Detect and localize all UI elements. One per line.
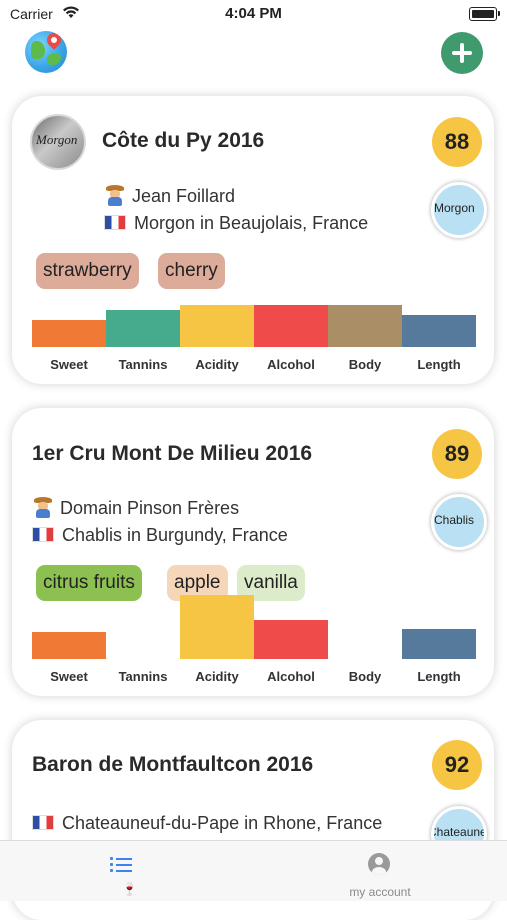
score-badge: 88 [432,117,482,167]
profile-label-acidity: Acidity [195,669,239,684]
wine-card[interactable]: 1er Cru Mont De Milieu 2016 89 Domain Pi… [12,408,494,696]
region-text: Morgon in Beaujolais, France [134,213,369,233]
flavor-tag: citrus fruits [36,565,142,601]
tab-wine-list[interactable]: 🍷 [110,853,144,896]
farmer-icon [32,496,54,518]
profile-label-sweet: Sweet [50,669,88,684]
add-wine-button[interactable] [441,32,483,74]
region-text: Chablis in Burgundy, France [62,525,288,545]
profile-label-body: Body [348,357,382,372]
profile-label-tannins: Tannins [118,357,168,372]
profile-label-tannins: Tannins [118,669,168,684]
farmer-icon [104,184,126,206]
score-badge: 89 [432,429,482,479]
profile-bar-tannins [106,310,180,347]
region-row: Chateauneuf-du-Pape in Rhone, France [32,813,382,834]
profile-bar-sweet [32,632,106,659]
tab-my-account[interactable]: my account [330,853,430,899]
france-flag-icon [32,815,54,830]
globe-map-pin-icon[interactable] [25,31,67,73]
producer-row: Domain Pinson Frères [32,496,239,519]
score-badge: 92 [432,740,482,790]
profile-label-sweet: Sweet [50,357,88,372]
wine-glass-icon: 🍷 [122,882,137,896]
profile-bar-length [402,629,476,659]
producer-name: Domain Pinson Frères [60,498,240,518]
producer-name: Jean Foillard [132,186,236,206]
wine-title: 1er Cru Mont De Milieu 2016 [32,442,313,465]
profile-label-length: Length [417,669,461,684]
wine-title: Côte du Py 2016 [102,129,265,152]
flavor-tag: cherry [158,253,225,289]
status-time: 4:04 PM [225,5,282,22]
tab-account-label: my account [349,885,411,899]
region-map-badge[interactable]: Chablis [431,494,487,550]
profile-bar-sweet [32,320,106,347]
wine-title: Baron de Montfaultcon 2016 [32,753,314,776]
account-icon [368,853,390,875]
battery-icon [469,7,500,21]
region-row: Chablis in Burgundy, France [32,525,288,546]
france-flag-icon [32,527,54,542]
profile-bar-body [328,305,402,347]
tab-bar: 🍷 my account [0,840,507,901]
region-text: Chateauneuf-du-Pape in Rhone, France [62,813,383,833]
profile-label-acidity: Acidity [195,357,239,372]
profile-label-alcohol: Alcohol [267,357,315,372]
profile-bar-acidity [180,595,254,659]
france-flag-icon [104,215,126,230]
profile-bar-length [402,315,476,347]
region-row: Morgon in Beaujolais, France [104,213,368,234]
wine-card[interactable]: Morgon Côte du Py 2016 88 Jean Foillard … [12,96,494,384]
producer-row: Jean Foillard [104,184,235,207]
region-map-badge[interactable]: Morgon [431,182,487,238]
profile-bar-alcohol [254,620,328,659]
profile-bar-alcohol [254,305,328,347]
profile-bar-acidity [180,305,254,347]
profile-label-length: Length [417,357,461,372]
profile-label-body: Body [348,669,382,684]
status-bar: Carrier 4:04 PM [0,0,507,28]
profile-label-alcohol: Alcohol [267,669,315,684]
flavor-tag: strawberry [36,253,139,289]
wine-thumbnail: Morgon [30,114,86,170]
